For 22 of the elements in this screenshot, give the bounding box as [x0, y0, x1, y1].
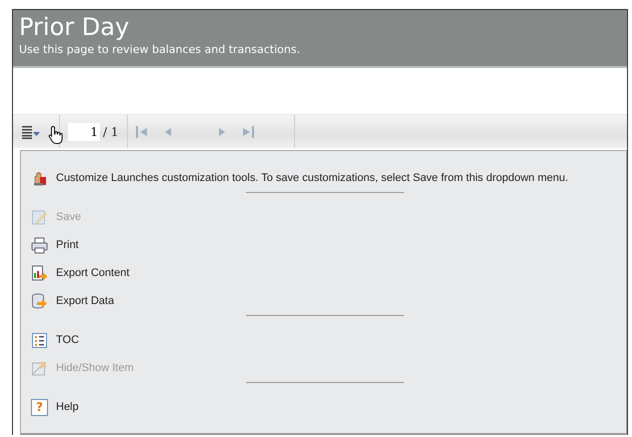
previous-page-icon[interactable]	[164, 126, 172, 138]
page-subtitle: Use this page to review balances and transactions.	[19, 42, 302, 58]
database-arrow-icon	[31, 292, 48, 310]
hand-icon	[31, 170, 48, 186]
first-page-icon[interactable]	[136, 126, 148, 138]
document-arrow-icon	[31, 264, 48, 282]
menu-item[interactable]: Print	[21, 231, 626, 259]
page-title: Prior Day	[19, 12, 130, 42]
menu-item[interactable]: Export Data	[21, 287, 626, 315]
menu-item[interactable]: TOC	[21, 326, 626, 354]
page-number-field[interactable]: 1	[68, 122, 100, 140]
list-icon	[31, 332, 48, 348]
page-total: / 1	[103, 124, 118, 138]
menu-item[interactable]: Export Content	[21, 259, 626, 287]
pencil-document-icon	[31, 208, 48, 226]
last-page-icon[interactable]	[242, 126, 254, 138]
next-page-icon[interactable]	[218, 126, 226, 138]
menu-item[interactable]: Customize Launches customization tools. To save customizations, select Save from this dropdown menu.	[21, 164, 626, 192]
help-icon: ?	[31, 398, 48, 416]
printer-icon	[31, 236, 48, 254]
hand-cursor-icon	[48, 125, 64, 145]
menu-item[interactable]: ? Help	[21, 393, 626, 421]
